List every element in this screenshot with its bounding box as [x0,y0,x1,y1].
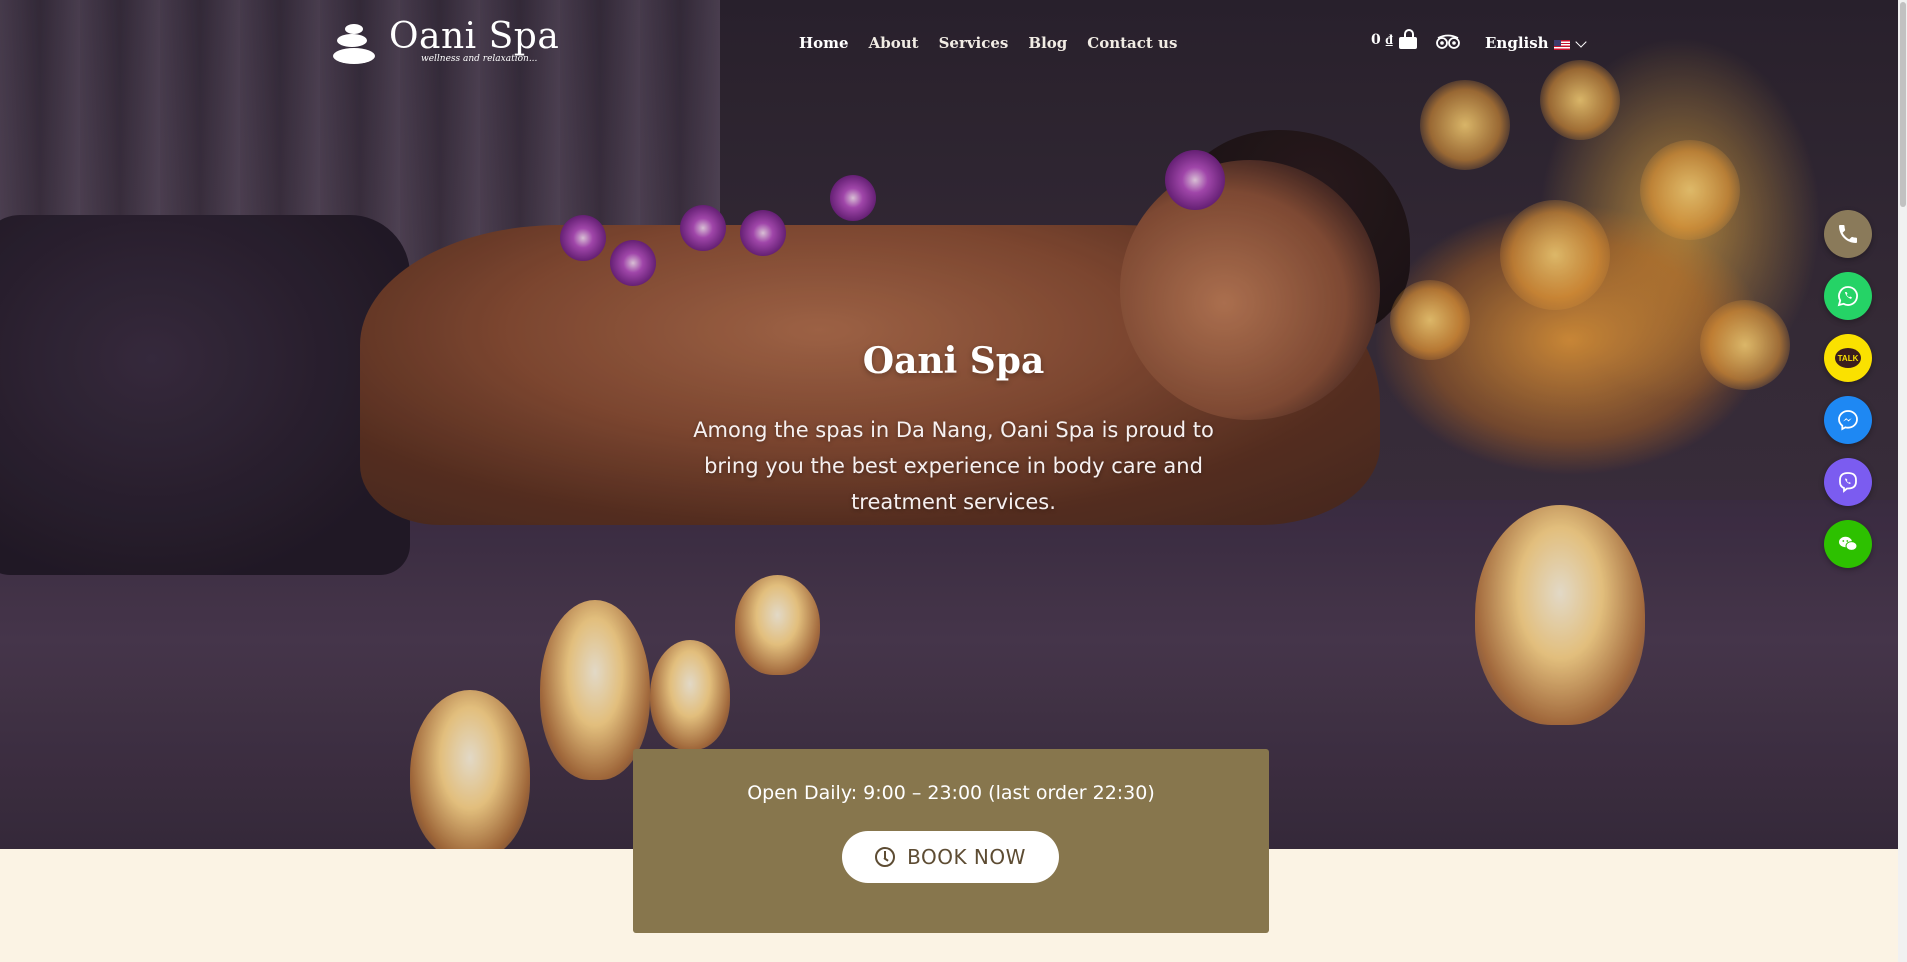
booking-panel: Open Daily: 9:00 – 23:00 (last order 22:… [633,749,1269,933]
stones-logo-icon [333,24,379,68]
hero-subtitle: Among the spas in Da Nang, Oani Spa is p… [693,418,1214,514]
nav-contact[interactable]: Contact us [1087,34,1177,52]
language-switcher[interactable]: English [1485,34,1587,52]
shopping-bag-icon [1398,28,1417,49]
nav-about[interactable]: About [869,34,919,52]
language-label: English [1485,34,1549,52]
page-scrollbar[interactable] [1898,0,1907,962]
messenger-icon [1838,410,1858,431]
phone-icon [1839,225,1857,243]
book-now-button[interactable]: BOOK NOW [842,831,1059,883]
nav-services[interactable]: Services [939,34,1009,52]
us-flag-icon [1553,39,1570,50]
whatsapp-button[interactable] [1824,272,1872,320]
floating-contact-bar: TALK [1824,210,1872,568]
chevron-down-icon [1574,35,1587,48]
messenger-button[interactable] [1824,396,1872,444]
phone-button[interactable] [1824,210,1872,258]
scrollbar-thumb[interactable] [1900,2,1906,207]
whatsapp-icon [1837,286,1858,307]
main-nav: Home About Services Blog Contact us [799,34,1177,52]
site-logo[interactable]: Oani Spa wellness and relaxation... [333,18,559,68]
logo-name: Oani Spa [389,16,560,57]
cart-amount: 0 ₫ [1371,32,1393,48]
nav-home[interactable]: Home [799,34,849,52]
clock-icon [875,847,896,867]
wechat-button[interactable] [1824,520,1872,568]
cart-link[interactable]: 0 ₫ [1371,28,1417,49]
kakaotalk-label: TALK [1837,353,1859,363]
wechat-icon [1839,536,1858,551]
opening-hours: Open Daily: 9:00 – 23:00 (last order 22:… [747,782,1155,804]
logo-tagline: wellness and relaxation... [421,54,538,64]
kakaotalk-icon: TALK [1835,348,1861,368]
nav-blog[interactable]: Blog [1028,34,1067,52]
viber-button[interactable] [1824,458,1872,506]
tripadvisor-icon[interactable] [1436,34,1460,50]
kakaotalk-button[interactable]: TALK [1824,334,1872,382]
book-now-label: BOOK NOW [907,845,1026,869]
site-header: Oani Spa wellness and relaxation... Home… [0,0,1907,90]
hero-title: Oani Spa [862,340,1045,382]
viber-icon [1839,472,1857,493]
